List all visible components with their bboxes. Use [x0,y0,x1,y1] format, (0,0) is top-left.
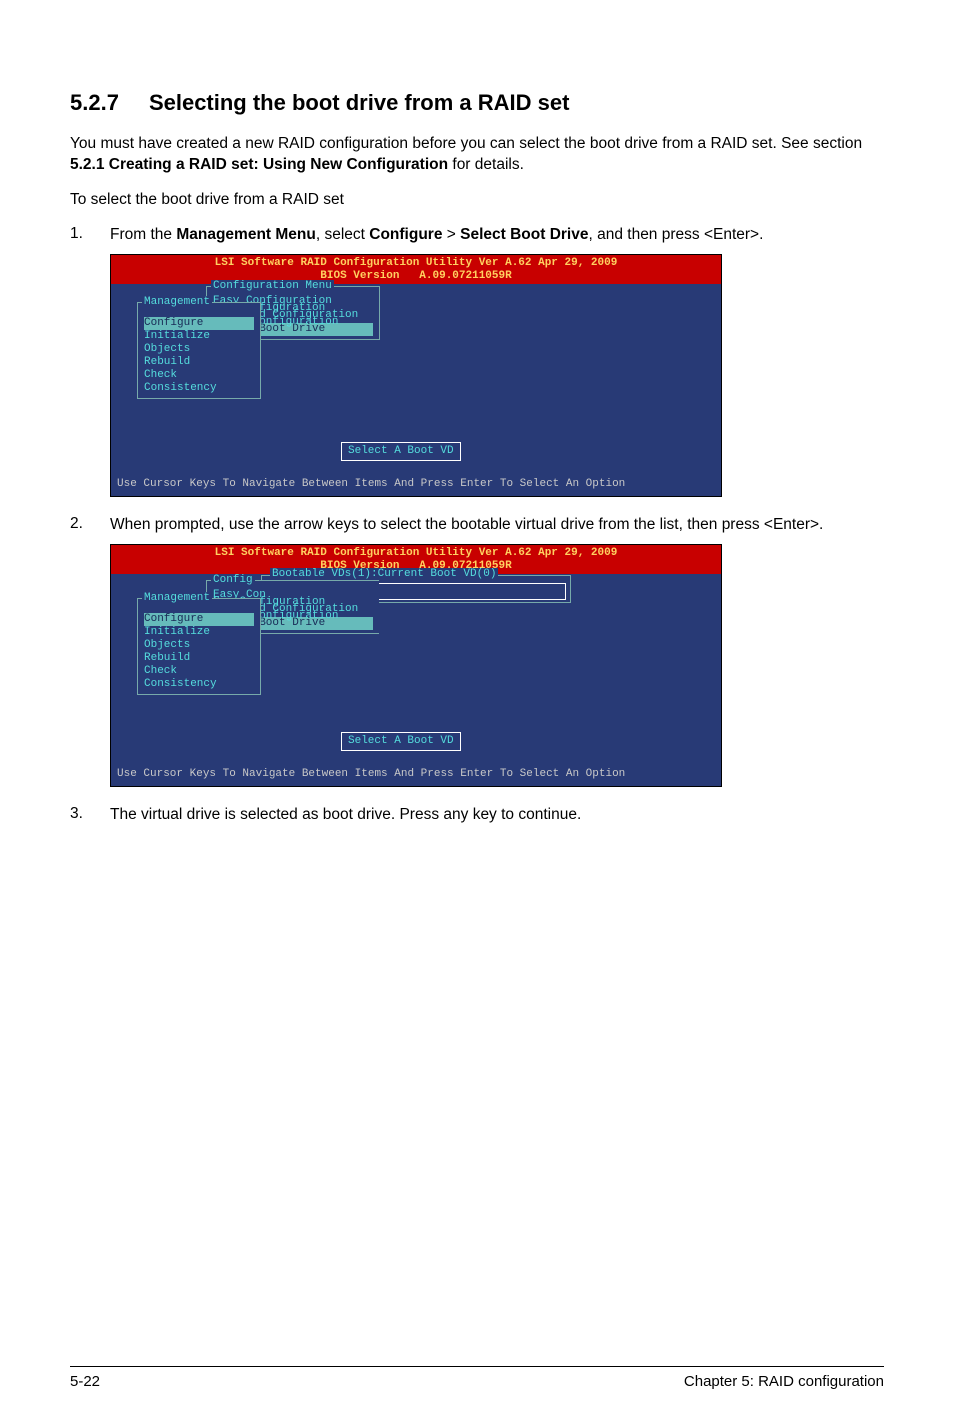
mgmt-item-configure[interactable]: Configure [144,317,254,330]
section-heading: 5.2.7 Selecting the boot drive from a RAI… [70,90,884,116]
hint-select-boot-vd: Select A Boot VD [341,442,461,461]
mgmt-item-check[interactable]: Check Consistency [144,665,254,691]
bios-footer: Use Cursor Keys To Navigate Between Item… [111,474,721,496]
intro-paragraph-1: You must have created a new RAID configu… [70,134,884,176]
mgmt-item-check[interactable]: Check Consistency [144,369,254,395]
configuration-menu-title: Configuration Menu [211,280,334,293]
step-text: The virtual drive is selected as boot dr… [110,805,884,826]
mgmt-item-objects[interactable]: Objects [144,639,254,652]
management-menu-title: Management [142,296,212,309]
mgmt-item-objects[interactable]: Objects [144,343,254,356]
step-number: 1. [70,225,110,246]
bios-title: LSI Software RAID Configuration Utility … [111,255,721,284]
page-footer: 5-22 Chapter 5: RAID configuration [70,1366,884,1390]
management-menu-panel: Management Configure Initialize Objects … [137,302,261,399]
step-number: 2. [70,515,110,536]
mgmt-item-rebuild[interactable]: Rebuild [144,356,254,369]
bootable-vds-title: Bootable VDs(1):Current Boot VD(0) [270,568,498,580]
bios-screenshot-2: LSI Software RAID Configuration Utility … [110,544,722,787]
step-text: From the Management Menu, select Configu… [110,225,884,246]
management-menu-panel: Management Configure Initialize Objects … [137,598,261,695]
bios-screenshot-1: LSI Software RAID Configuration Utility … [110,254,722,497]
conf-stub-title: Config [211,574,255,587]
step-2: 2. When prompted, use the arrow keys to … [70,515,884,536]
bios-footer: Use Cursor Keys To Navigate Between Item… [111,764,721,786]
step-number: 3. [70,805,110,826]
intro-paragraph-2: To select the boot drive from a RAID set [70,190,884,211]
chapter-label: Chapter 5: RAID configuration [684,1373,884,1390]
hint-select-boot-vd: Select A Boot VD [341,732,461,751]
mgmt-item-rebuild[interactable]: Rebuild [144,652,254,665]
step-text: When prompted, use the arrow keys to sel… [110,515,884,536]
step-3: 3. The virtual drive is selected as boot… [70,805,884,826]
mgmt-item-initialize[interactable]: Initialize [144,626,254,639]
page-number: 5-22 [70,1373,100,1390]
mgmt-item-initialize[interactable]: Initialize [144,330,254,343]
management-menu-title: Management [142,592,212,605]
step-1: 1. From the Management Menu, select Conf… [70,225,884,246]
section-title: Selecting the boot drive from a RAID set [149,90,570,115]
section-number: 5.2.7 [70,90,119,116]
mgmt-item-configure[interactable]: Configure [144,613,254,626]
